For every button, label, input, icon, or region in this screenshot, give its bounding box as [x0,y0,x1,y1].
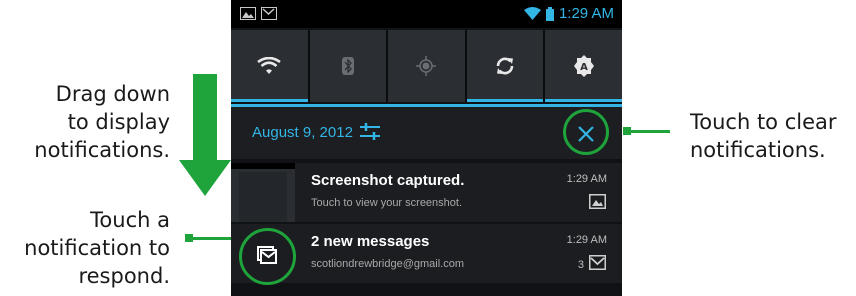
wifi-icon [257,57,282,74]
gmail-icon [257,246,277,264]
notification-shade: 1:29 AM A August 9, 2012 Screenshot capt… [231,0,622,296]
clear-connector-dot [623,127,631,135]
touch-notification-annotation: Touch a notification to respond. [24,206,170,290]
annotation-line: notifications. [34,138,170,162]
gmail-icon [261,7,277,20]
notification-time: 1:29 AM [566,173,607,185]
sync-toggle[interactable] [466,30,544,102]
status-time: 1:29 AM [558,5,614,22]
svg-text:A: A [580,62,588,73]
image-icon [589,194,606,209]
battery-icon [545,6,554,21]
gps-icon [416,56,437,76]
location-toggle[interactable] [388,30,465,102]
sync-icon [496,57,514,75]
notification-title: Screenshot captured. [311,172,465,189]
brightness-auto-icon: A [573,55,594,77]
screenshot-thumbnail [231,163,295,222]
annotation-line: notification to [24,236,170,260]
annotation-line: notifications. [690,138,826,162]
drag-arrow-shaft [193,74,217,162]
status-bar: 1:29 AM [231,0,622,28]
wifi-toggle[interactable] [231,30,308,102]
notification-subtitle: Touch to view your screenshot. [311,197,463,209]
auto-brightness-toggle[interactable]: A [545,30,622,102]
bluetooth-toggle[interactable] [309,30,387,102]
annotation-line: Touch to clear [690,110,837,134]
notification-header: August 9, 2012 [231,104,622,159]
annotation-line: to display [67,110,170,134]
touch-connector-line [192,237,232,240]
notification-title: 2 new messages [311,233,430,250]
touch-connector-dot [185,234,193,242]
settings-sliders-icon[interactable] [360,122,380,142]
notification-time: 1:29 AM [566,234,607,246]
date-label: August 9, 2012 [252,124,353,141]
message-count: 3 [577,259,584,271]
annotation-line: Touch a [90,208,170,232]
annotation-line: Drag down [55,82,170,106]
image-icon [240,7,256,20]
notification-item-messages[interactable]: 2 new messages scotliondrewbridge@gmail.… [231,224,622,285]
annotation-line: respond. [78,264,170,288]
clear-annotation: Touch to clear notifications. [690,108,837,164]
drag-down-annotation: Drag down to display notifications. [34,80,170,164]
clear-all-button[interactable] [577,125,595,143]
notification-subtitle: scotliondrewbridge@gmail.com [311,258,465,270]
gmail-icon [589,255,606,270]
notification-item-screenshot[interactable]: Screenshot captured. Touch to view your … [231,163,622,222]
clear-connector-line [628,130,670,133]
wifi-icon [523,7,541,20]
quick-settings-row: A [231,30,622,102]
bluetooth-icon [341,57,354,75]
drag-arrow-head [179,160,231,196]
